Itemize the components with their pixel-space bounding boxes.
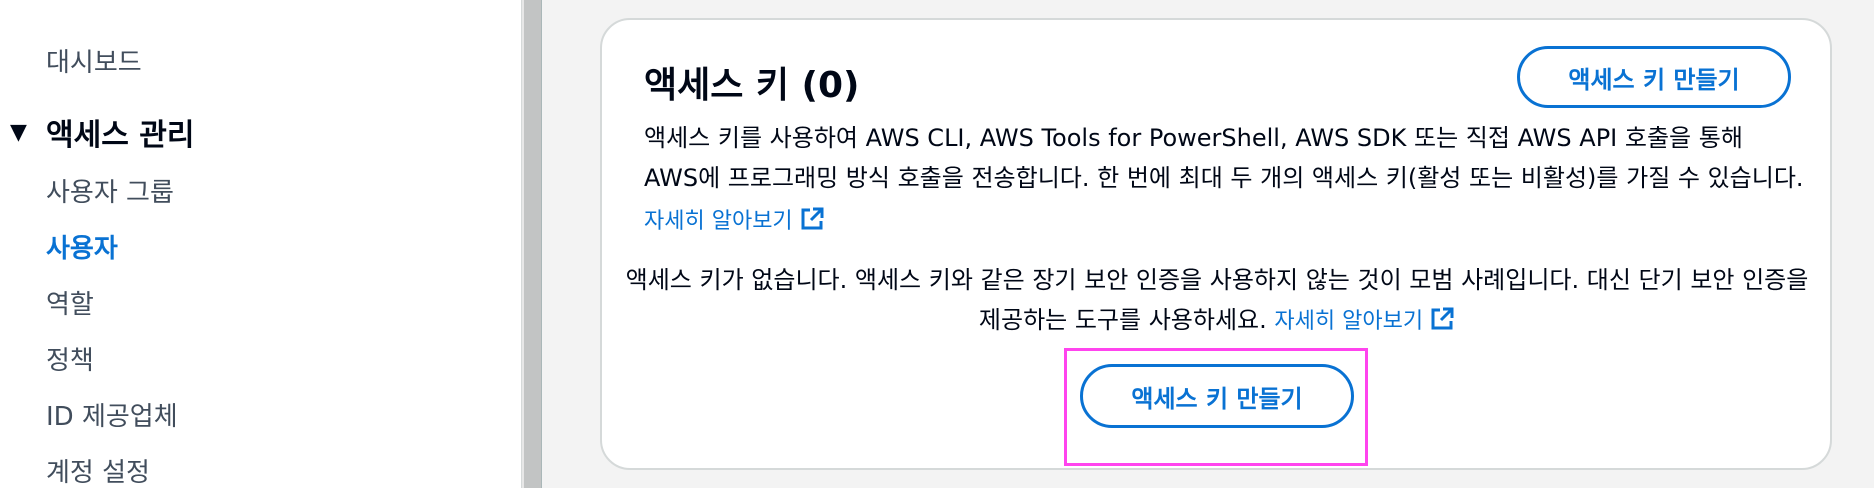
sidebar-item-users[interactable]: 사용자: [46, 228, 118, 265]
create-access-key-button[interactable]: 액세스 키 만들기: [1517, 46, 1791, 108]
section-access-management[interactable]: ▼ 액세스 관리: [10, 110, 194, 154]
external-link-icon: [1431, 307, 1454, 330]
sidebar-resize-handle[interactable]: [522, 0, 542, 488]
sidebar-item-identity-providers[interactable]: ID 제공업체: [46, 396, 178, 433]
card-title: 액세스 키 (0): [644, 65, 860, 106]
learn-more-link[interactable]: 자세히 알아보기: [644, 207, 825, 234]
caret-down-icon: ▼: [10, 119, 27, 145]
empty-state-message: 액세스 키가 없습니다. 액세스 키와 같은 장기 보안 인증을 사용하지 않는…: [622, 260, 1812, 342]
empty-learn-more-label: 자세히 알아보기: [1274, 309, 1424, 334]
description-text: 액세스 키를 사용하여 AWS CLI, AWS Tools for Power…: [644, 124, 1804, 192]
empty-create-access-key-button[interactable]: 액세스 키 만들기: [1080, 364, 1354, 428]
card-description: 액세스 키를 사용하여 AWS CLI, AWS Tools for Power…: [644, 118, 1804, 242]
sidebar-item-roles[interactable]: 역할: [46, 284, 94, 321]
sidebar-item-user-groups[interactable]: 사용자 그룹: [46, 172, 174, 209]
learn-more-label: 자세히 알아보기: [644, 209, 793, 234]
external-link-icon: [801, 207, 824, 230]
sidebar: 대시보드 ▼ 액세스 관리 사용자 그룹 사용자 역할 정책 ID 제공업체 계…: [0, 0, 522, 488]
main-content: 액세스 키 (0) 액세스 키 만들기 액세스 키를 사용하여 AWS CLI,…: [542, 0, 1874, 488]
empty-state-text: 액세스 키가 없습니다. 액세스 키와 같은 장기 보안 인증을 사용하지 않는…: [625, 266, 1809, 334]
sidebar-item-policies[interactable]: 정책: [46, 340, 94, 377]
empty-learn-more-link[interactable]: 자세히 알아보기: [1274, 307, 1455, 334]
sidebar-item-account-settings[interactable]: 계정 설정: [46, 452, 150, 488]
nav-item-dashboard[interactable]: 대시보드: [46, 42, 142, 79]
section-title: 액세스 관리: [46, 118, 195, 153]
access-keys-card: 액세스 키 (0) 액세스 키 만들기 액세스 키를 사용하여 AWS CLI,…: [600, 18, 1832, 470]
